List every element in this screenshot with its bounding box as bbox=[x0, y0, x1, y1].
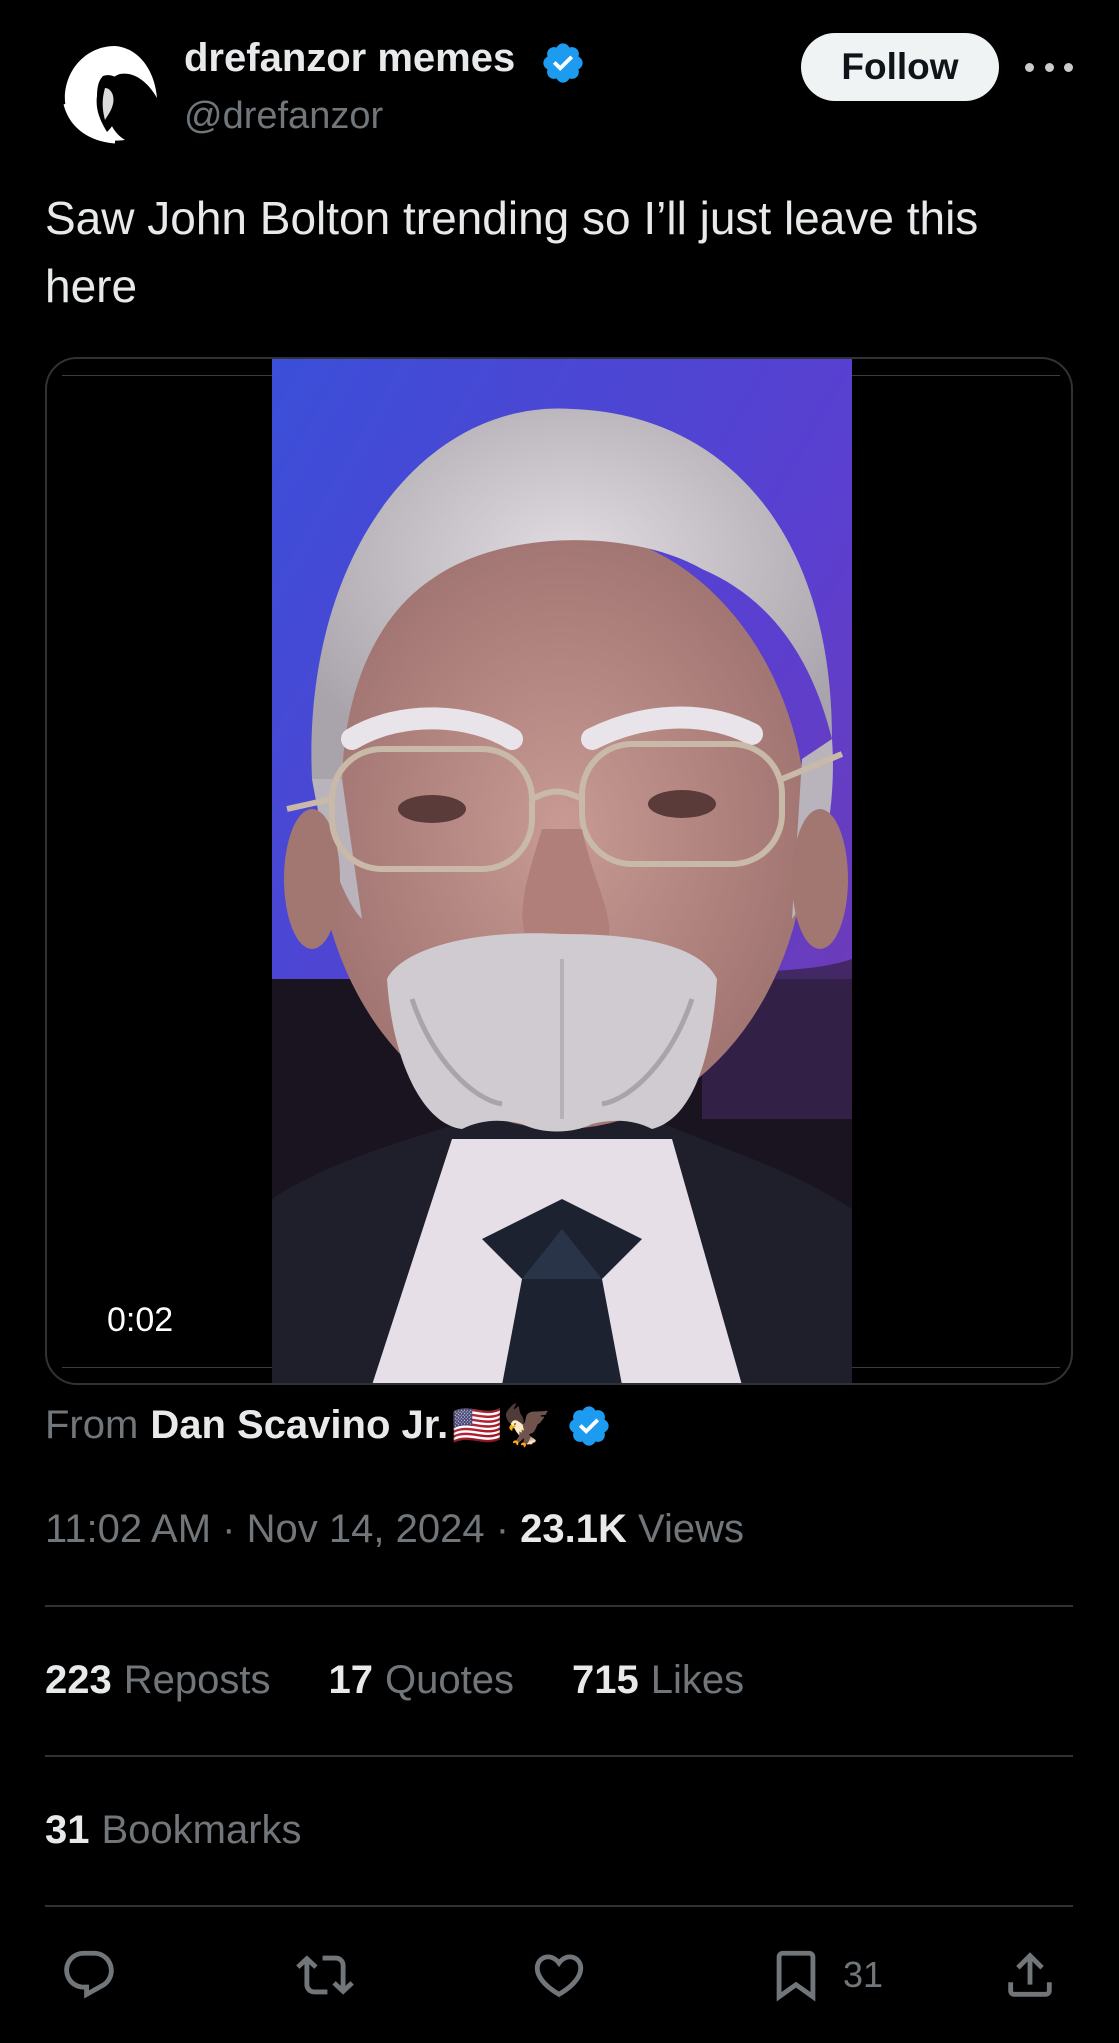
media-source[interactable]: From Dan Scavino Jr. 🇺🇸🦅 bbox=[45, 1402, 612, 1449]
repost-button[interactable] bbox=[296, 1945, 354, 2005]
tweet-meta: 11:02 AM · Nov 14, 2024 · 23.1K Views bbox=[45, 1507, 744, 1552]
bookmark-count: 31 bbox=[843, 1954, 884, 1995]
video-player[interactable]: 0:02 bbox=[45, 357, 1073, 1385]
likes-stat[interactable]: 715 Likes bbox=[572, 1658, 744, 1703]
tweet-date[interactable]: Nov 14, 2024 bbox=[247, 1507, 485, 1551]
tweet-text: Saw John Bolton trending so I’ll just le… bbox=[45, 192, 979, 312]
like-button[interactable] bbox=[530, 1945, 588, 2005]
video-frame[interactable] bbox=[272, 359, 852, 1383]
meta-separator: · bbox=[495, 1507, 510, 1551]
display-name[interactable]: drefanzor memes bbox=[184, 36, 515, 81]
views-count: 23.1K bbox=[520, 1507, 627, 1551]
share-button[interactable] bbox=[1001, 1945, 1059, 2005]
avatar-silhouette-icon bbox=[45, 32, 159, 146]
verified-badge-icon bbox=[569, 1405, 609, 1446]
bookmark-button[interactable]: 31 bbox=[767, 1945, 883, 2005]
video-thumbnail bbox=[272, 359, 852, 1383]
quotes-stat[interactable]: 17 Quotes bbox=[329, 1658, 514, 1703]
source-emojis: 🇺🇸🦅 bbox=[452, 1403, 552, 1449]
more-options-icon[interactable] bbox=[1025, 50, 1073, 84]
bookmarks-stat: 31 Bookmarks bbox=[45, 1808, 302, 1852]
reply-button[interactable] bbox=[60, 1945, 118, 2005]
bookmark-icon bbox=[776, 1950, 816, 2002]
divider bbox=[45, 1905, 1073, 1907]
reposts-stat[interactable]: 223 Reposts bbox=[45, 1658, 271, 1703]
author-handle[interactable]: @drefanzor bbox=[184, 95, 383, 138]
divider bbox=[45, 1605, 1073, 1607]
like-icon bbox=[534, 1954, 584, 1998]
views-label: Views bbox=[638, 1507, 745, 1551]
verified-badge-icon bbox=[543, 43, 583, 83]
follow-button[interactable]: Follow bbox=[801, 33, 999, 101]
tweet-time[interactable]: 11:02 AM bbox=[45, 1507, 211, 1551]
source-name[interactable]: Dan Scavino Jr. bbox=[150, 1403, 448, 1448]
meta-separator: · bbox=[222, 1507, 236, 1551]
video-duration: 0:02 bbox=[107, 1301, 174, 1339]
engagement-stats: 223 Reposts 17 Quotes 715 Likes bbox=[45, 1658, 744, 1703]
reply-icon bbox=[64, 1950, 114, 1999]
divider bbox=[45, 1755, 1073, 1757]
from-label: From bbox=[45, 1403, 139, 1447]
avatar[interactable] bbox=[45, 32, 159, 146]
repost-icon bbox=[296, 1955, 354, 1995]
share-icon bbox=[1008, 1952, 1052, 1997]
